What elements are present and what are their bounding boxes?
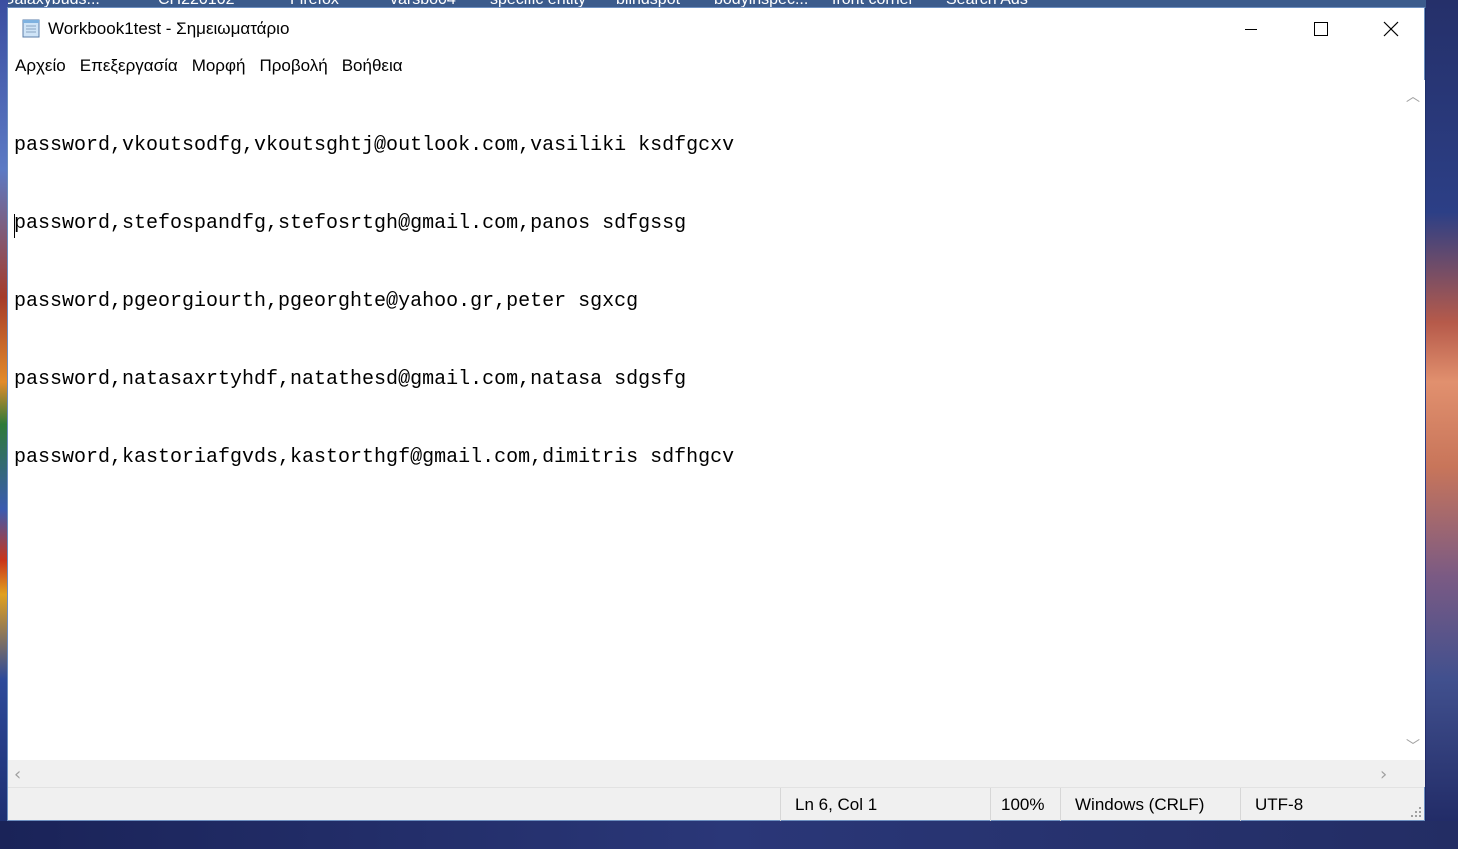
maximize-button[interactable] xyxy=(1286,8,1356,50)
status-encoding: UTF-8 xyxy=(1240,788,1410,821)
window-title: Workbook1test - Σημειωματάριο xyxy=(48,19,290,38)
minimize-button[interactable] xyxy=(1216,8,1286,50)
text-line: password,stefospandfg,stefosrtgh@gmail.c… xyxy=(14,212,687,235)
scroll-right-icon[interactable]: › xyxy=(1380,764,1387,785)
minimize-icon xyxy=(1245,29,1257,30)
maximize-icon xyxy=(1314,22,1328,36)
text-caret xyxy=(14,214,15,238)
scrollbar-corner xyxy=(1400,760,1425,787)
text-line: password,pgeorgiourth,pgeorghte@yahoo.gr… xyxy=(14,290,639,313)
menu-view[interactable]: Προβολή xyxy=(252,56,334,76)
scroll-down-icon[interactable]: ﹀ xyxy=(1406,736,1420,756)
menu-file[interactable]: Αρχείο xyxy=(8,56,73,76)
menu-bar: Αρχείο Επεξεργασία Μορφή Προβολή Βοήθεια xyxy=(8,52,1424,79)
text-line: password,vkoutsodfg,vkoutsghtj@outlook.c… xyxy=(14,134,735,157)
close-button[interactable] xyxy=(1356,8,1426,50)
status-line-ending: Windows (CRLF) xyxy=(1060,788,1240,821)
close-icon xyxy=(1383,21,1399,37)
resize-grip-icon[interactable] xyxy=(1410,806,1422,818)
desktop-background-right xyxy=(1426,0,1458,849)
notepad-window: Workbook1test - Σημειωματάριο Αρχείο Επε… xyxy=(7,7,1425,821)
editor-text: password,vkoutsodfg,vkoutsghtj@outlook.c… xyxy=(14,81,734,523)
desktop-background-bottom xyxy=(0,821,1458,849)
scroll-up-icon[interactable]: ︿ xyxy=(1406,86,1420,106)
scroll-left-icon[interactable]: ‹ xyxy=(14,764,21,785)
text-line: password,natasaxrtyhdf,natathesd@gmail.c… xyxy=(14,368,687,391)
menu-format[interactable]: Μορφή xyxy=(185,56,253,76)
status-cursor-position: Ln 6, Col 1 xyxy=(780,788,990,821)
text-editor-area[interactable]: password,vkoutsodfg,vkoutsghtj@outlook.c… xyxy=(8,80,1400,760)
horizontal-scrollbar[interactable]: ‹ › xyxy=(8,760,1400,787)
menu-help[interactable]: Βοήθεια xyxy=(335,56,410,76)
status-bar: Ln 6, Col 1 100% Windows (CRLF) UTF-8 xyxy=(8,787,1424,821)
notepad-icon xyxy=(22,19,40,38)
status-zoom: 100% xyxy=(990,788,1050,821)
title-bar[interactable]: Workbook1test - Σημειωματάριο xyxy=(8,8,1424,50)
menu-edit[interactable]: Επεξεργασία xyxy=(73,56,185,76)
text-line: password,kastoriafgvds,kastorthgf@gmail.… xyxy=(14,446,735,469)
vertical-scrollbar[interactable]: ︿ ﹀ xyxy=(1400,80,1425,760)
